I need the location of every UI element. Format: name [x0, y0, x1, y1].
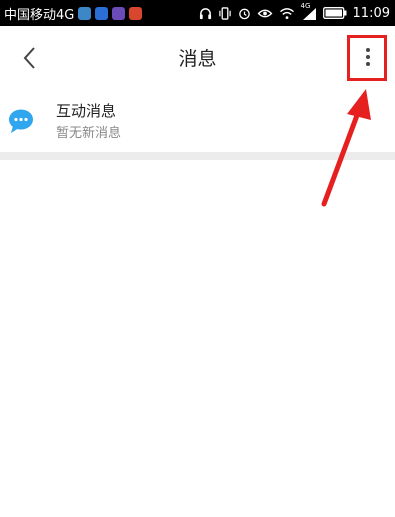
- app-notification-icon: [95, 6, 109, 20]
- headphones-icon: [199, 7, 211, 19]
- vibrate-icon: [218, 6, 231, 20]
- list-item-title: 互动消息: [56, 102, 117, 120]
- nav-bar: 消息: [0, 26, 395, 88]
- status-left: 中国移动4G: [4, 4, 143, 23]
- signal-icon: [302, 7, 316, 20]
- list-item-interactive-messages[interactable]: 互动消息 暂无新消息: [0, 88, 395, 152]
- app-notification-icon: [112, 6, 126, 20]
- eye-icon: [257, 9, 272, 17]
- chat-bubble-icon: [9, 109, 33, 133]
- list-item-subtitle: 暂无新消息: [56, 126, 122, 141]
- clock: 11:09: [352, 5, 390, 21]
- more-vertical-icon: [366, 48, 370, 66]
- section-divider: [0, 152, 395, 160]
- alarm-icon: [238, 8, 250, 19]
- battery-icon: [322, 7, 347, 19]
- app-notification-icon: [129, 6, 143, 20]
- app-notification-icon: [78, 6, 92, 20]
- wifi-icon: [279, 7, 294, 19]
- carrier-label: 中国移动4G: [4, 7, 75, 23]
- status-bar: 中国移动4G 4G 11:09: [0, 0, 395, 26]
- page-title: 消息: [178, 48, 217, 70]
- more-options-button[interactable]: [349, 38, 387, 76]
- status-right: 4G 11:09: [199, 2, 390, 21]
- signal-strength: 4G: [301, 2, 317, 20]
